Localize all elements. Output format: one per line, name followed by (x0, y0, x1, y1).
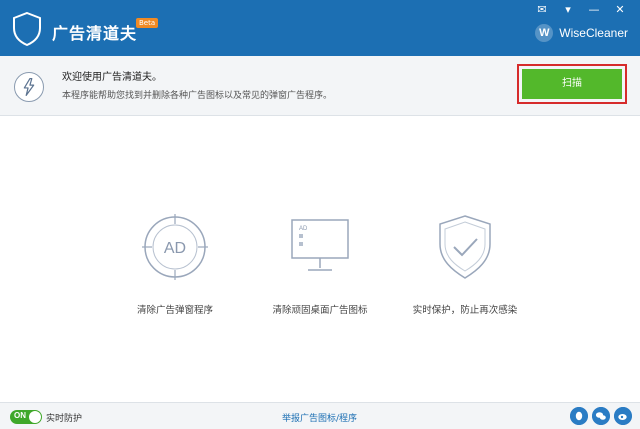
wechat-icon[interactable] (592, 407, 610, 425)
feature-remove-popups: AD 清除广告弹窗程序 (100, 212, 250, 332)
scan-button[interactable]: 扫描 (522, 69, 622, 99)
title-bar: 广告清道夫 Beta ✉ ▾ — ✕ W WiseCleaner (0, 0, 640, 56)
desktop-ad-icon: AD (291, 219, 349, 271)
feature-label: 实时保护，防止再次感染 (412, 305, 518, 316)
brand-name: WiseCleaner (559, 26, 628, 40)
realtime-protection-label: 实时防护 (46, 414, 83, 424)
shield-logo-icon (13, 12, 41, 46)
feature-remove-desktop-ads: AD 清除顽固桌面广告图标 (245, 212, 395, 332)
realtime-protection-toggle[interactable]: ON (10, 410, 42, 424)
social-links (570, 407, 632, 425)
menu-dropdown-icon[interactable]: ▾ (562, 4, 574, 16)
window-controls: ✉ ▾ — ✕ (536, 4, 626, 16)
close-icon[interactable]: ✕ (614, 4, 626, 16)
app-title: 广告清道夫 (52, 24, 138, 43)
lightning-icon (14, 72, 44, 102)
report-ad-link[interactable]: 举报广告图标/程序 (282, 411, 357, 424)
wisecleaner-brand[interactable]: W WiseCleaner (535, 24, 628, 42)
wisecleaner-logo-icon: W (535, 24, 554, 42)
ad-art-text: AD (299, 226, 308, 232)
qq-icon[interactable] (570, 407, 588, 425)
ad-block-icon: AD (142, 214, 208, 280)
toggle-label: ON (14, 411, 26, 420)
feature-label: 清除顽固桌面广告图标 (272, 305, 368, 316)
weibo-icon[interactable] (614, 407, 632, 425)
feature-label: 清除广告弹窗程序 (136, 305, 213, 316)
minimize-icon[interactable]: — (588, 4, 600, 16)
toggle-knob (29, 411, 41, 423)
welcome-title: 欢迎使用广告清道夫。 (62, 72, 162, 83)
welcome-description: 本程序能帮助您找到并删除各种广告图标以及常见的弹窗广告程序。 (62, 91, 333, 101)
message-icon[interactable]: ✉ (536, 4, 548, 16)
beta-badge: Beta (136, 18, 159, 28)
footer-bar: ON 实时防护 举报广告图标/程序 (0, 402, 640, 429)
feature-realtime-protect: 实时保护，防止再次感染 (390, 212, 540, 332)
shield-check-icon (439, 215, 491, 279)
ad-art-text: AD (164, 240, 186, 257)
